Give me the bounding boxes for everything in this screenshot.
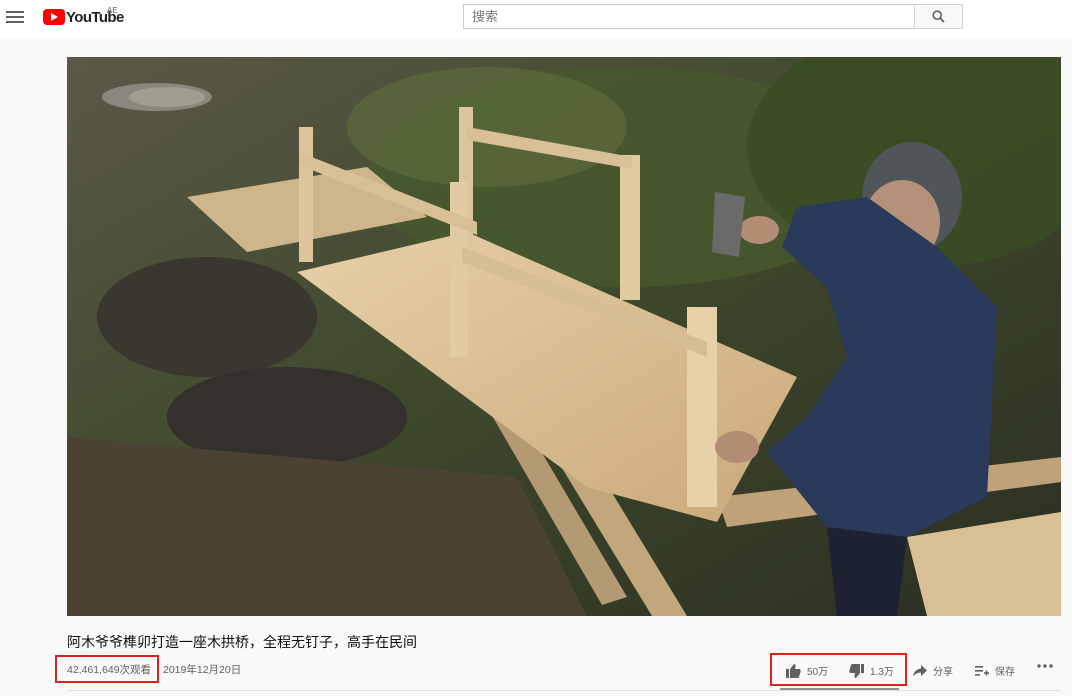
share-button[interactable]: 分享 (913, 663, 953, 678)
add-to-playlist-icon (975, 665, 989, 676)
upload-date: 2019年12月20日 (163, 664, 242, 676)
share-icon (913, 664, 927, 676)
share-label: 分享 (933, 667, 953, 678)
more-actions-button[interactable] (1037, 664, 1059, 668)
masthead: YouTube AE (0, 0, 1072, 38)
more-horizontal-icon (1037, 664, 1053, 668)
video-player[interactable] (67, 57, 1061, 616)
divider (67, 690, 1061, 691)
dislike-button[interactable]: 1.3万 (849, 663, 894, 678)
video-title: 阿木爷爷榫卯打造一座木拱桥，全程无钉子，高手在民间 (67, 634, 417, 650)
view-count: 42,461,649次观看 (67, 664, 152, 676)
thumbs-up-icon (786, 663, 801, 678)
menu-icon[interactable] (6, 9, 24, 25)
save-button[interactable]: 保存 (975, 663, 1015, 678)
play-logo-icon (43, 9, 65, 25)
search-icon (932, 10, 945, 23)
country-code: AE (107, 6, 118, 15)
like-count: 50万 (807, 667, 829, 678)
like-button[interactable]: 50万 (786, 663, 828, 678)
search-bar (463, 4, 963, 29)
search-button[interactable] (914, 4, 963, 29)
video-frame (67, 57, 1061, 616)
search-input[interactable] (463, 4, 914, 29)
dislike-count: 1.3万 (870, 667, 894, 678)
thumbs-down-icon (849, 663, 864, 678)
save-label: 保存 (995, 667, 1015, 678)
